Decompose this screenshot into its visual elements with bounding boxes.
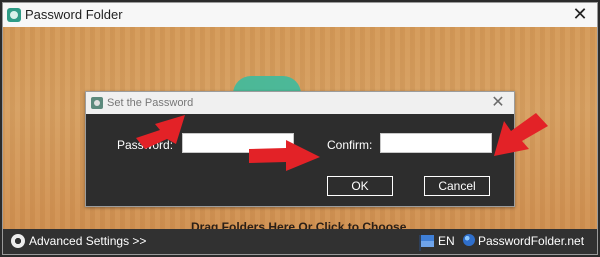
red-arrow-icon <box>249 140 320 171</box>
red-arrow-icon <box>136 115 185 149</box>
annotation-arrows <box>136 113 548 171</box>
red-arrow-icon <box>494 113 548 156</box>
